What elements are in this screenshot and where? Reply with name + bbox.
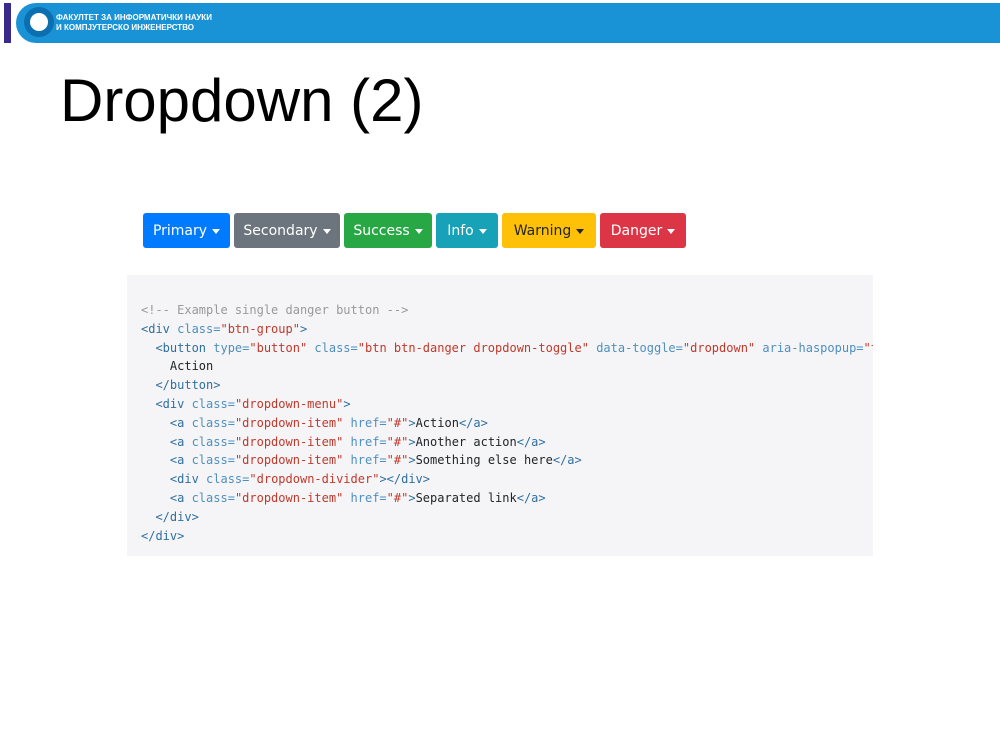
button-label: Danger xyxy=(610,222,663,239)
code-token: Something else here xyxy=(415,453,553,468)
code-token: </button> xyxy=(141,378,221,393)
code-token: class= xyxy=(177,321,221,336)
code-token: class= xyxy=(191,434,235,449)
code-token: > xyxy=(408,453,416,468)
code-token: <button xyxy=(141,340,214,355)
code-token: ></div> xyxy=(379,472,431,487)
code-line: Action xyxy=(141,357,873,376)
code-token: Separated link xyxy=(415,490,517,505)
button-label: Secondary xyxy=(243,222,318,239)
code-token: href= xyxy=(350,415,387,430)
code-line: <div class="dropdown-divider"></div> xyxy=(141,470,873,489)
logo-dot xyxy=(30,13,48,31)
code-line: <a class="dropdown-item" href="#">Separa… xyxy=(141,489,873,508)
header-accent-bar xyxy=(4,3,11,43)
code-token: <a xyxy=(141,434,192,449)
code-token: <div xyxy=(141,472,207,487)
code-line: <!-- Example single danger button --> xyxy=(141,301,873,320)
caret-down-icon xyxy=(576,228,585,234)
code-token: <a xyxy=(141,490,192,505)
faculty-name-line1: ФАКУЛТЕТ ЗА ИНФОРМАТИЧКИ НАУКИ xyxy=(56,13,212,22)
code-token: "dropdown-item" xyxy=(234,453,351,468)
code-token: "dropdown-divider" xyxy=(249,472,380,487)
primary-dropdown-button[interactable]: Primary xyxy=(143,213,230,248)
code-token: "#" xyxy=(386,490,409,505)
code-token: </a> xyxy=(458,415,488,430)
code-token: class= xyxy=(191,453,235,468)
code-line: </div> xyxy=(141,527,873,546)
code-token: <a xyxy=(141,415,192,430)
slide-title: Dropdown (2) xyxy=(60,67,424,134)
code-token: Action xyxy=(141,359,214,374)
code-token: href= xyxy=(350,434,387,449)
dropdown-button-row: Primary Secondary Success Info Warning D… xyxy=(143,213,686,248)
button-label: Info xyxy=(447,222,474,239)
code-token: > xyxy=(408,434,416,449)
code-token: "#" xyxy=(386,453,409,468)
code-example-block: <!-- Example single danger button --> <di… xyxy=(127,275,873,556)
code-token: class= xyxy=(191,415,235,430)
faculty-logo xyxy=(24,7,54,37)
code-line: <a class="dropdown-item" href="#">Anothe… xyxy=(141,433,873,452)
code-token: Action xyxy=(415,415,459,430)
code-token: aria-haspopup= xyxy=(762,340,864,355)
success-dropdown-button[interactable]: Success xyxy=(344,213,432,248)
code-token: "dropdown-item" xyxy=(234,434,351,449)
code-token: "dropdown" xyxy=(682,340,763,355)
button-label: Success xyxy=(353,222,410,239)
code-token: "true" xyxy=(863,340,873,355)
code-token: href= xyxy=(350,490,387,505)
code-token: </a> xyxy=(552,453,582,468)
code-token: > xyxy=(408,490,416,505)
code-token: "dropdown-item" xyxy=(234,490,351,505)
code-token: </div> xyxy=(141,528,185,543)
caret-down-icon xyxy=(667,228,676,234)
code-line: <a class="dropdown-item" href="#">Someth… xyxy=(141,451,873,470)
code-line: </div> xyxy=(141,508,873,527)
code-token: <div xyxy=(141,396,192,411)
code-token: data-toggle= xyxy=(596,340,683,355)
code-token: Another action xyxy=(415,434,517,449)
danger-dropdown-button[interactable]: Danger xyxy=(600,213,686,248)
code-token: class= xyxy=(191,490,235,505)
button-label: Primary xyxy=(152,222,208,239)
code-token: "button" xyxy=(249,340,315,355)
code-line: </button> xyxy=(141,376,873,395)
code-token: <!-- Example single danger button --> xyxy=(141,303,409,317)
code-token: "btn-group" xyxy=(220,321,300,336)
code-token: class= xyxy=(191,396,235,411)
code-token: "#" xyxy=(386,415,409,430)
code-token: type= xyxy=(213,340,250,355)
code-line: <a class="dropdown-item" href="#">Action… xyxy=(141,414,873,433)
caret-down-icon xyxy=(212,228,221,234)
code-line: <div class="dropdown-menu"> xyxy=(141,395,873,414)
code-token: <a xyxy=(141,453,192,468)
secondary-dropdown-button[interactable]: Secondary xyxy=(234,213,340,248)
info-dropdown-button[interactable]: Info xyxy=(436,213,498,248)
code-token: class= xyxy=(206,472,250,487)
caret-down-icon xyxy=(414,228,423,234)
code-token: "dropdown-menu" xyxy=(234,396,344,411)
caret-down-icon xyxy=(322,228,331,234)
code-token: "#" xyxy=(386,434,409,449)
code-token: > xyxy=(408,415,416,430)
code-token: href= xyxy=(350,453,387,468)
code-token: class= xyxy=(314,340,358,355)
faculty-name-line2: И КОМПЈУТЕРСКО ИНЖЕНЕРСТВО xyxy=(56,23,194,32)
caret-down-icon xyxy=(478,228,487,234)
code-token: </a> xyxy=(516,490,546,505)
code-line: <button type="button" class="btn btn-dan… xyxy=(141,339,873,358)
code-token: > xyxy=(299,321,308,336)
warning-dropdown-button[interactable]: Warning xyxy=(502,213,596,248)
code-token: </div> xyxy=(141,509,199,524)
code-line: <div class="btn-group"> xyxy=(141,320,873,339)
code-token: "dropdown-item" xyxy=(234,415,351,430)
code-token: </a> xyxy=(516,434,546,449)
code-token: <div xyxy=(141,321,178,336)
code-token: "btn btn-danger dropdown-toggle" xyxy=(357,340,597,355)
code-token: > xyxy=(343,396,351,411)
button-label: Warning xyxy=(513,222,572,239)
faculty-name: ФАКУЛТЕТ ЗА ИНФОРМАТИЧКИ НАУКИ И КОМПЈУТ… xyxy=(56,13,212,33)
